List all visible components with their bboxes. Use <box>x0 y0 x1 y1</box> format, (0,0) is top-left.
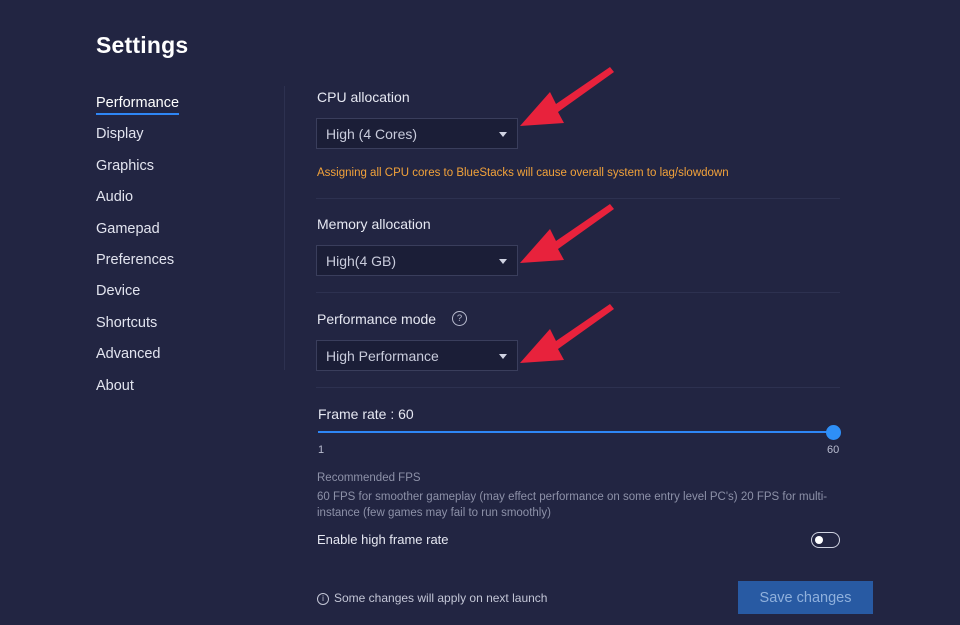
frame-rate-label: Frame rate : 60 <box>318 406 414 422</box>
page-title: Settings <box>96 32 189 58</box>
sidebar-divider <box>284 86 285 370</box>
memory-allocation-value: High(4 GB) <box>326 253 397 269</box>
frame-rate-max-label: 60 <box>827 444 840 456</box>
cpu-allocation-select[interactable]: High (4 Cores) <box>316 118 518 149</box>
cpu-warning-text: Assigning all CPU cores to BlueStacks wi… <box>317 167 729 179</box>
sidebar-item-label: Audio <box>96 189 134 206</box>
cpu-allocation-label: CPU allocation <box>317 89 410 105</box>
sidebar-item-device[interactable]: Device <box>96 282 179 313</box>
section-divider <box>316 198 840 199</box>
frame-rate-slider-track[interactable] <box>318 431 834 433</box>
cpu-allocation-value: High (4 Cores) <box>326 126 418 142</box>
high-frame-rate-label: Enable high frame rate <box>317 532 449 547</box>
memory-allocation-label: Memory allocation <box>317 216 431 232</box>
sidebar-item-label: Preferences <box>96 251 175 268</box>
sidebar-item-performance[interactable]: Performance <box>96 94 180 125</box>
memory-allocation-select[interactable]: High(4 GB) <box>316 245 518 276</box>
sidebar-item-label: Gamepad <box>96 220 160 237</box>
annotation-arrow-icon <box>520 67 614 126</box>
sidebar-item-shortcuts[interactable]: Shortcuts <box>96 314 179 345</box>
section-divider <box>316 387 840 388</box>
chevron-down-icon <box>499 132 507 137</box>
recommended-fps-text: 60 FPS for smoother gameplay (may effect… <box>317 491 828 519</box>
sidebar-item-preferences[interactable]: Preferences <box>96 251 179 282</box>
sidebar-item-label: About <box>96 377 134 394</box>
footer-note: i Some changes will apply on next launch <box>317 591 547 605</box>
sidebar-item-about[interactable]: About <box>96 377 179 408</box>
sidebar-item-label: Performance <box>96 95 180 115</box>
sidebar-nav: Performance Display Graphics Audio Gamep… <box>96 94 180 408</box>
sidebar-item-audio[interactable]: Audio <box>96 188 179 219</box>
annotation-arrow-icon <box>520 204 614 263</box>
annotation-arrow-icon <box>520 304 614 363</box>
chevron-down-icon <box>499 354 507 359</box>
sidebar-item-label: Device <box>96 283 141 300</box>
sidebar-item-display[interactable]: Display <box>96 125 179 156</box>
sidebar-item-graphics[interactable]: Graphics <box>96 157 179 188</box>
sidebar-item-label: Graphics <box>96 157 155 174</box>
sidebar-item-gamepad[interactable]: Gamepad <box>96 220 179 251</box>
high-frame-rate-toggle[interactable] <box>811 532 840 548</box>
performance-mode-label: Performance mode <box>317 311 437 327</box>
recommended-fps-title: Recommended FPS <box>317 472 421 484</box>
save-changes-button[interactable]: Save changes <box>738 581 873 614</box>
footer-note-text: Some changes will apply on next launch <box>334 591 548 605</box>
frame-rate-min-label: 1 <box>318 444 325 456</box>
sidebar-item-label: Shortcuts <box>96 314 158 331</box>
sidebar-item-advanced[interactable]: Advanced <box>96 345 179 376</box>
performance-mode-value: High Performance <box>326 348 439 364</box>
sidebar-item-label: Display <box>96 126 144 143</box>
frame-rate-slider-thumb[interactable] <box>826 425 841 440</box>
performance-mode-select[interactable]: High Performance <box>316 340 518 371</box>
toggle-knob <box>815 536 823 544</box>
section-divider <box>316 292 840 293</box>
chevron-down-icon <box>499 259 507 264</box>
sidebar-item-label: Advanced <box>96 346 161 363</box>
help-icon[interactable]: ? <box>452 311 467 326</box>
info-icon: i <box>317 593 329 605</box>
